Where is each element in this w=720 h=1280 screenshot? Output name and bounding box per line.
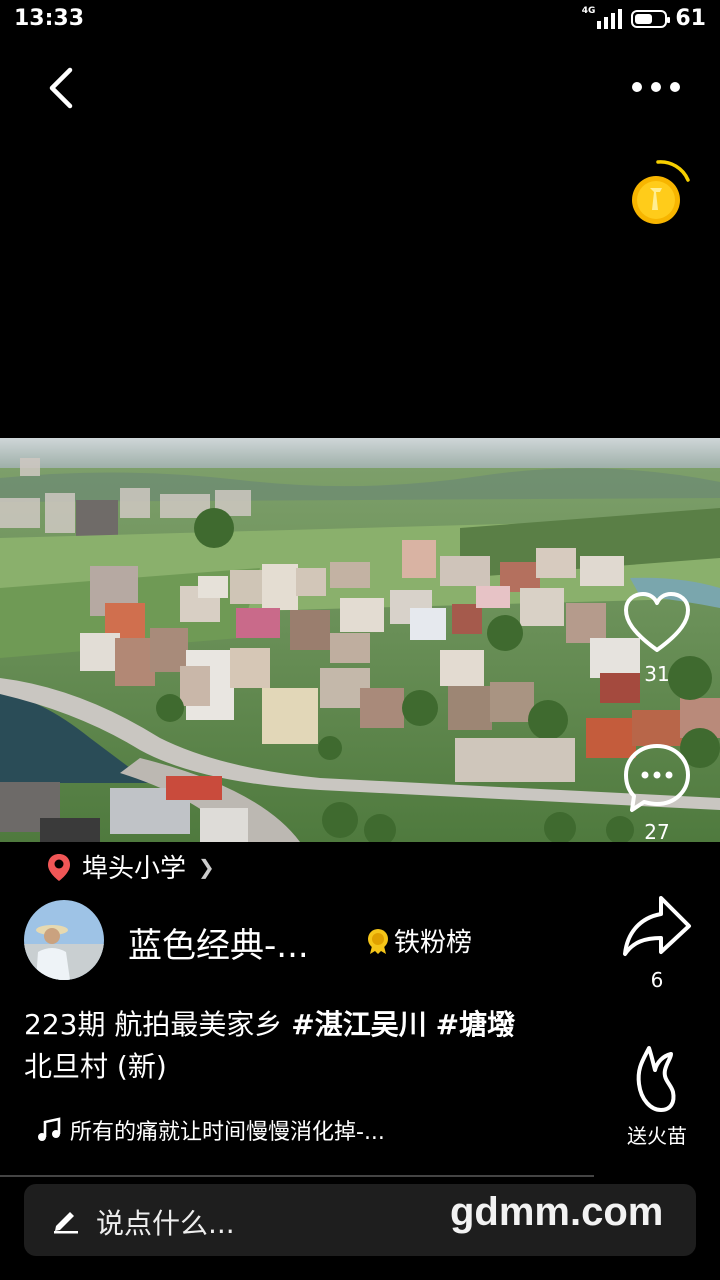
- share-button[interactable]: 6: [612, 892, 702, 992]
- description-text: 223期 航拍最美家乡: [24, 1008, 292, 1041]
- send-fire-button[interactable]: 送火苗: [612, 1044, 702, 1149]
- music-note-icon: [38, 1117, 61, 1141]
- back-button[interactable]: [40, 62, 84, 114]
- comment-placeholder: 说点什么...: [96, 1207, 235, 1240]
- hashtag-zhanjiang[interactable]: #湛江吴川: [291, 1008, 426, 1041]
- status-indicators: 4G 61: [581, 5, 706, 32]
- fan-rank-badge[interactable]: 铁粉榜: [366, 922, 472, 959]
- avatar-image: [24, 900, 104, 980]
- like-button[interactable]: 31: [612, 590, 702, 686]
- send-fire-label: 送火苗: [627, 1124, 687, 1148]
- location-name: 埠头小学: [82, 854, 187, 884]
- fire-sprout-icon: [636, 1046, 676, 1112]
- post-description: 223期 航拍最美家乡 #湛江吴川 #塘墢 北旦村 (新): [24, 1004, 584, 1088]
- location-pin-icon: [48, 853, 70, 881]
- comment-button[interactable]: 27: [612, 742, 702, 844]
- hashtag-tangzhui[interactable]: #塘墢: [436, 1008, 515, 1041]
- music-title: 所有的痛就让时间慢慢消化掉-...: [70, 1120, 385, 1145]
- battery-icon: [631, 9, 671, 28]
- author-name[interactable]: 蓝色经典-...: [128, 918, 309, 967]
- coin-reward-button[interactable]: [628, 158, 692, 228]
- location-tag[interactable]: 埠头小学 ❯: [46, 848, 215, 885]
- comment-bubble-icon: [624, 744, 690, 812]
- share-count: 6: [650, 968, 664, 992]
- share-arrow-icon: [623, 896, 691, 956]
- back-arrow-icon: [49, 67, 73, 109]
- battery-level: 61: [675, 6, 706, 31]
- more-dots-icon: [632, 82, 680, 92]
- chevron-right-icon: ❯: [198, 854, 215, 879]
- divider: [0, 1175, 594, 1177]
- like-count: 31: [644, 662, 670, 686]
- pen-icon: [54, 1212, 78, 1234]
- author-avatar[interactable]: [24, 900, 104, 980]
- status-time: 13:33: [14, 6, 85, 31]
- music-track[interactable]: 所有的痛就让时间慢慢消化掉-...: [36, 1114, 385, 1146]
- gold-coin-icon: [632, 160, 690, 224]
- description-village: 北旦村 (新): [24, 1050, 167, 1083]
- more-options-button[interactable]: [626, 72, 686, 102]
- medal-icon: [368, 928, 388, 954]
- signal-icon: [597, 8, 623, 29]
- watermark: gdmm.com: [450, 1190, 664, 1234]
- fan-rank-label: 铁粉榜: [394, 928, 473, 958]
- comment-count: 27: [644, 820, 670, 844]
- network-type: 4G: [581, 5, 596, 16]
- heart-icon: [624, 592, 690, 652]
